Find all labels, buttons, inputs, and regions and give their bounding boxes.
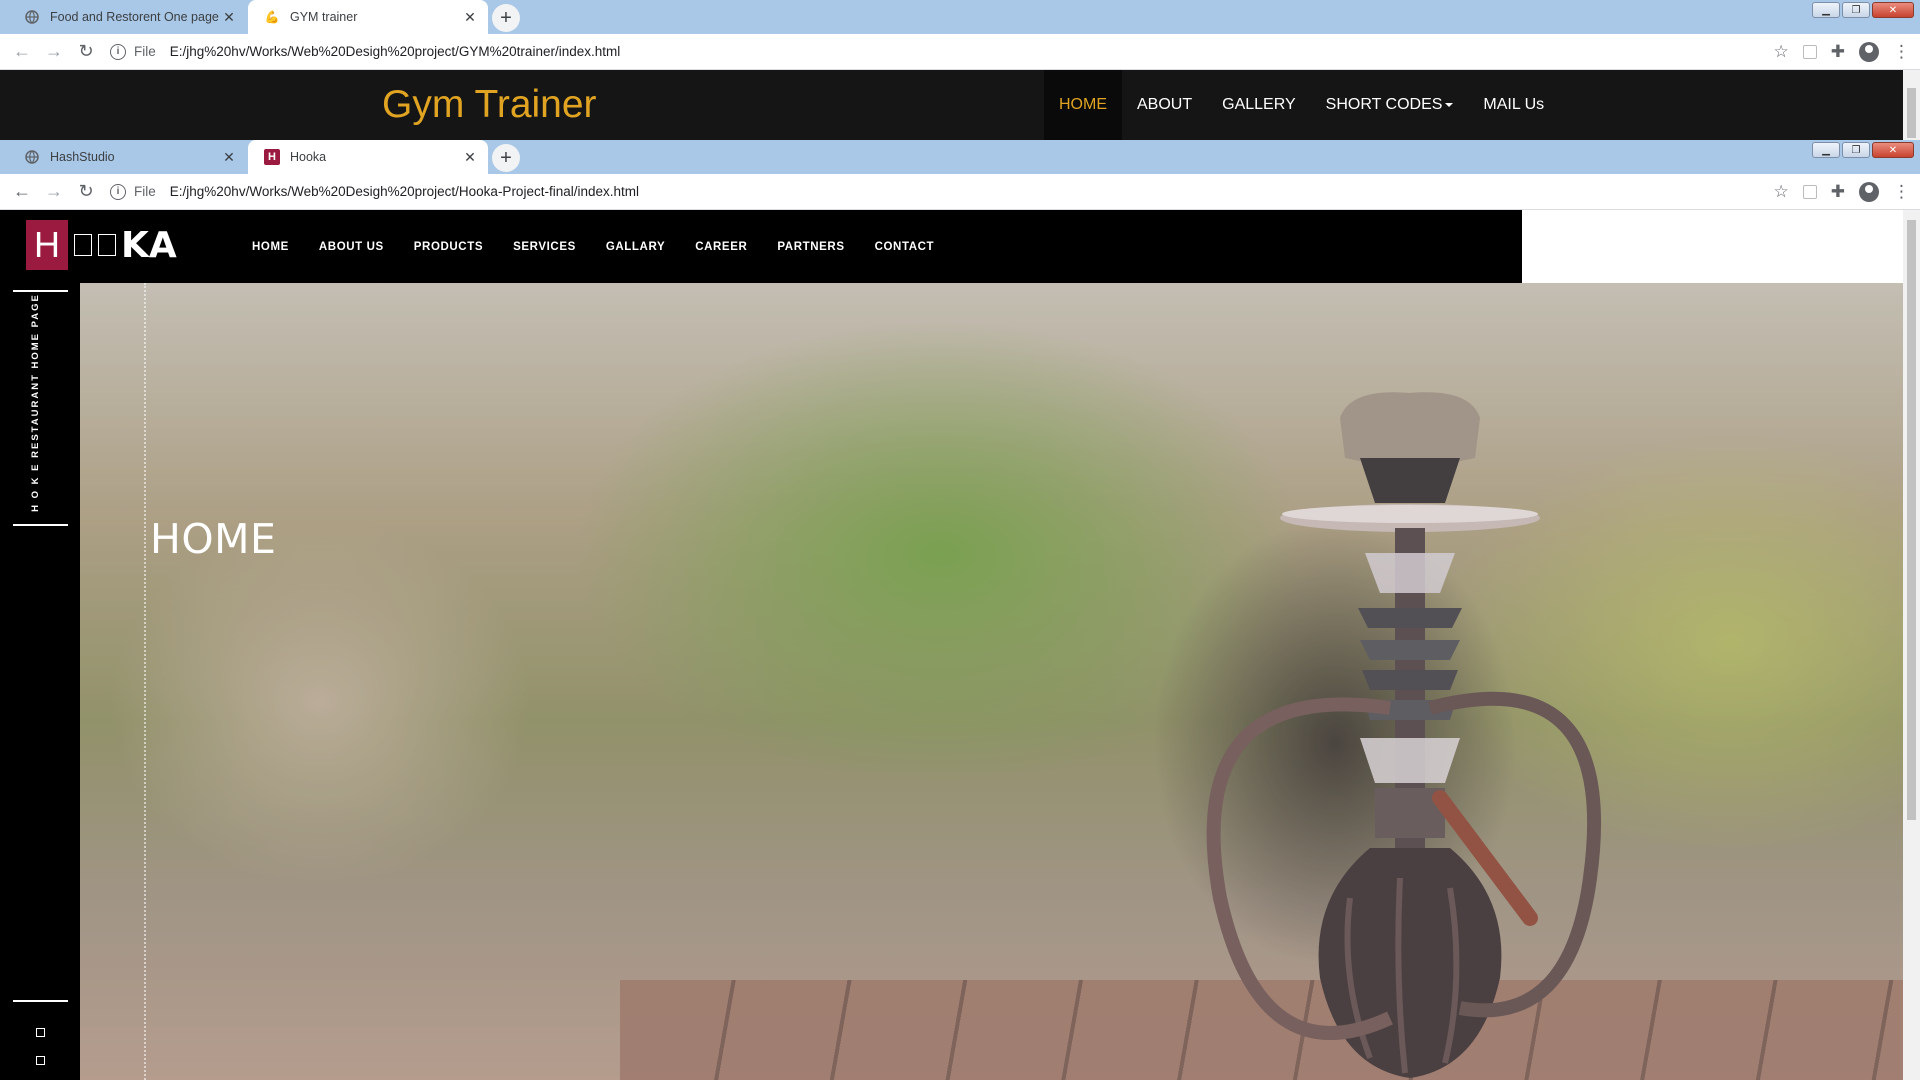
social-icon[interactable]: [36, 1056, 45, 1065]
back-arrow-icon[interactable]: ←: [6, 176, 38, 208]
tab-title: Food and Restorent One page Te: [50, 10, 221, 24]
account-icon[interactable]: [1859, 41, 1879, 62]
reload-icon[interactable]: ↻: [70, 36, 102, 68]
globe-icon: [24, 9, 40, 25]
menu-home[interactable]: HOME: [252, 241, 289, 253]
logo-glyph-box: [98, 234, 116, 256]
gym-nav-short-codes[interactable]: SHORT CODES: [1311, 70, 1469, 140]
gym-nav-home[interactable]: HOME: [1044, 70, 1122, 140]
tab-title: GYM trainer: [290, 10, 358, 24]
tab-close-icon[interactable]: ✕: [221, 9, 237, 26]
back-arrow-icon[interactable]: ←: [6, 36, 38, 68]
logo-suffix: KA: [121, 224, 177, 266]
kebab-menu-icon[interactable]: ⋮: [1893, 42, 1910, 62]
hooka-logo[interactable]: H KA: [26, 220, 177, 270]
url-text[interactable]: E:/jhg%20hv/Works/Web%20Desigh%20project…: [170, 44, 620, 59]
scroll-thumb[interactable]: [1907, 88, 1916, 138]
menu-about-us[interactable]: ABOUT US: [319, 241, 384, 253]
address-bar[interactable]: i File E:/jhg%20hv/Works/Web%20Desigh%20…: [110, 43, 620, 60]
kebab-menu-icon[interactable]: ⋮: [1893, 182, 1910, 202]
window-controls: ▁ ❐ ✕: [1812, 142, 1914, 158]
tab-close-icon[interactable]: ✕: [462, 149, 478, 166]
info-icon[interactable]: i: [110, 43, 126, 60]
tab-strip-gym: Food and Restorent One page Te ✕ 💪 GYM t…: [0, 0, 1920, 34]
sidebar-divider: [13, 290, 68, 292]
tab-title: Hooka: [290, 150, 327, 164]
tab-food-restorent[interactable]: Food and Restorent One page Te ✕: [8, 0, 247, 34]
tab-strip-hooka: HashStudio ✕ H Hooka ✕ + ▁ ❐ ✕: [0, 140, 1920, 174]
forward-arrow-icon[interactable]: →: [38, 176, 70, 208]
social-icon[interactable]: [36, 1028, 45, 1037]
gym-navbar: Gym Trainer HOME ABOUT GALLERY SHORT COD…: [0, 70, 1920, 140]
gym-brand[interactable]: Gym Trainer: [382, 83, 597, 127]
tab-hooka[interactable]: H Hooka ✕: [248, 140, 488, 174]
menu-contact[interactable]: CONTACT: [875, 241, 935, 253]
maximize-button[interactable]: ❐: [1842, 142, 1870, 158]
sidebar-divider: [13, 1000, 68, 1002]
info-icon[interactable]: i: [110, 183, 126, 200]
tab-gym-trainer[interactable]: 💪 GYM trainer ✕: [248, 0, 488, 34]
new-tab-button[interactable]: +: [492, 4, 520, 32]
gym-nav-gallery[interactable]: GALLERY: [1207, 70, 1311, 140]
gym-scrollbar[interactable]: [1903, 70, 1920, 140]
scroll-thumb[interactable]: [1907, 220, 1916, 820]
menu-gallary[interactable]: GALLARY: [606, 241, 665, 253]
hooka-menu: HOME ABOUT US PRODUCTS SERVICES GALLARY …: [252, 210, 964, 283]
toolbar-actions: ☆ ✚ ⋮: [1774, 181, 1910, 202]
menu-career[interactable]: CAREER: [695, 241, 747, 253]
bookmark-star-icon[interactable]: ☆: [1774, 182, 1789, 202]
toolbar-actions: ☆ ✚ ⋮: [1774, 41, 1910, 62]
sidebar-caption-text: H O K E RESTAURANT HOME PAGE: [29, 292, 41, 512]
gym-nav-mail[interactable]: MAIL Us: [1468, 70, 1559, 140]
extension-icon[interactable]: [1802, 44, 1817, 59]
hooka-navbar: H KA HOME ABOUT US PRODUCTS SERVICES GAL…: [0, 210, 1522, 283]
gym-nav: HOME ABOUT GALLERY SHORT CODES MAIL Us: [1044, 70, 1559, 140]
puzzle-icon[interactable]: ✚: [1831, 42, 1845, 62]
left-sidebar: H O K E RESTAURANT HOME PAGE: [0, 210, 80, 1080]
scheme-label: File: [134, 184, 156, 199]
menu-partners[interactable]: PARTNERS: [777, 241, 844, 253]
tab-close-icon[interactable]: ✕: [462, 9, 478, 26]
caret-down-icon: [1445, 103, 1454, 107]
hooka-scrollbar[interactable]: [1903, 210, 1920, 1080]
sidebar-divider: [13, 524, 68, 526]
hero-title: HOME: [150, 515, 277, 563]
forward-arrow-icon[interactable]: →: [38, 36, 70, 68]
toolbar-hooka: ← → ↻ i File E:/jhg%20hv/Works/Web%20Des…: [0, 174, 1920, 210]
logo-mark: H: [26, 220, 68, 270]
menu-products[interactable]: PRODUCTS: [414, 241, 483, 253]
reload-icon[interactable]: ↻: [70, 176, 102, 208]
account-icon[interactable]: [1859, 181, 1879, 202]
globe-icon: [24, 149, 40, 165]
toolbar-gym: ← → ↻ i File E:/jhg%20hv/Works/Web%20Des…: [0, 34, 1920, 70]
hooka-page: HOME H O K E RESTAURANT HOME PAGE H KA H…: [0, 210, 1903, 1080]
tab-title: HashStudio: [50, 150, 115, 164]
tab-close-icon[interactable]: ✕: [221, 149, 237, 166]
tab-hashstudio[interactable]: HashStudio ✕: [8, 140, 247, 174]
window-controls: ▁ ❐ ✕: [1812, 2, 1914, 18]
hero-overlay: [80, 283, 1903, 1080]
close-window-button[interactable]: ✕: [1872, 142, 1914, 158]
new-tab-button[interactable]: +: [492, 144, 520, 172]
address-bar[interactable]: i File E:/jhg%20hv/Works/Web%20Desigh%20…: [110, 183, 639, 200]
hero-banner: [80, 283, 1903, 1080]
flexed-arm-icon: 💪: [264, 10, 280, 24]
logo-glyph-box: [74, 234, 92, 256]
menu-services[interactable]: SERVICES: [513, 241, 576, 253]
scheme-label: File: [134, 44, 156, 59]
bookmark-star-icon[interactable]: ☆: [1774, 42, 1789, 62]
maximize-button[interactable]: ❐: [1842, 2, 1870, 18]
hooka-favicon-icon: H: [264, 149, 280, 165]
sidebar-caption: H O K E RESTAURANT HOME PAGE: [28, 293, 42, 512]
close-window-button[interactable]: ✕: [1872, 2, 1914, 18]
dotted-divider: [144, 283, 146, 1080]
extension-icon[interactable]: [1802, 184, 1817, 199]
url-text[interactable]: E:/jhg%20hv/Works/Web%20Desigh%20project…: [170, 184, 639, 199]
minimize-button[interactable]: ▁: [1812, 2, 1840, 18]
gym-nav-about[interactable]: ABOUT: [1122, 70, 1207, 140]
short-codes-label: SHORT CODES: [1325, 96, 1443, 113]
puzzle-icon[interactable]: ✚: [1831, 182, 1845, 202]
minimize-button[interactable]: ▁: [1812, 142, 1840, 158]
